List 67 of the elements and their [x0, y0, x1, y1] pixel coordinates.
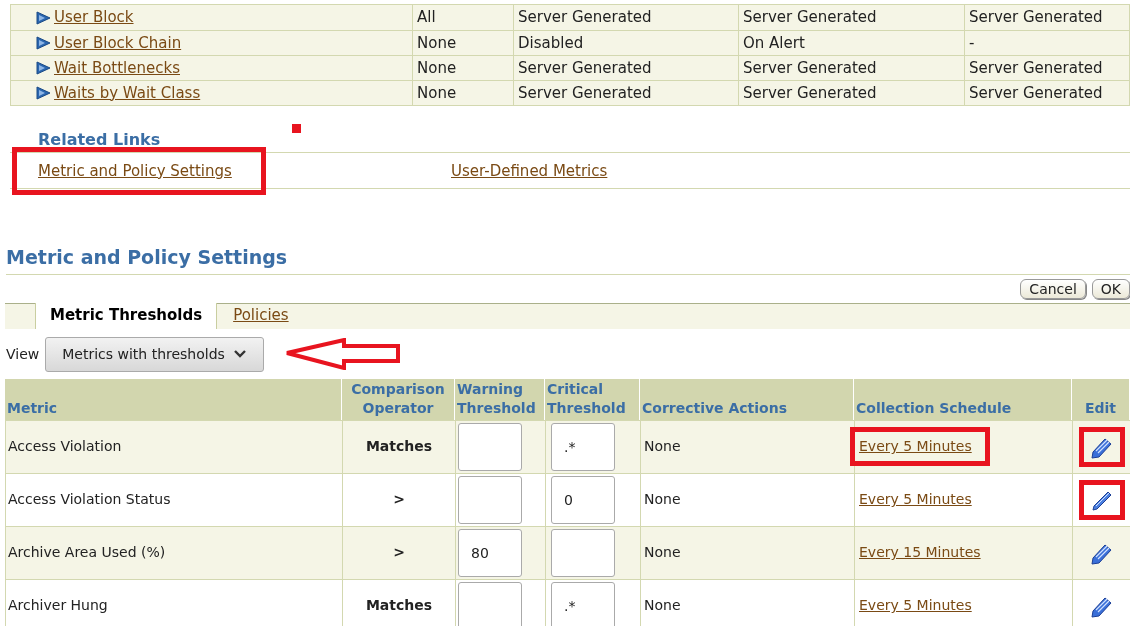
critical-threshold-field[interactable]: .*: [551, 581, 615, 626]
section-title: Metric and Policy Settings: [6, 243, 1130, 275]
action-button[interactable]: OK: [1091, 278, 1130, 299]
annotation-square: [292, 124, 301, 133]
schedule-link[interactable]: Every 5 Minutes: [859, 597, 972, 613]
metric-link[interactable]: Waits by Wait Class: [54, 81, 201, 105]
table-cell-text: Server Generated: [743, 7, 877, 29]
critical-threshold-field[interactable]: .*: [551, 422, 615, 471]
schedule-link[interactable]: Every 15 Minutes: [859, 544, 981, 560]
metric-name: Archiver Hung: [8, 596, 108, 615]
tab[interactable]: Policies: [217, 302, 305, 329]
critical-threshold-field[interactable]: 0: [551, 475, 615, 524]
view-dropdown[interactable]: Metrics with thresholds: [45, 336, 264, 372]
table-cell-text: Server Generated: [743, 82, 877, 104]
column-header: Critical Threshold: [547, 379, 627, 418]
expand-triangle-icon[interactable]: [35, 10, 51, 25]
table-cell-text: Disabled: [518, 32, 584, 54]
column-header: Corrective Actions: [642, 398, 788, 418]
table-cell-text: Server Generated: [518, 7, 652, 29]
view-label: View: [6, 344, 40, 364]
table-cell-text: Server Generated: [969, 57, 1103, 79]
table-cell-text: On Alert: [743, 32, 805, 54]
metric-name: Archive Area Used (%): [8, 543, 166, 562]
column-header: Collection Schedule: [856, 398, 1012, 418]
corrective-actions: None: [644, 596, 681, 615]
metric-name: Access Violation Status: [8, 490, 171, 509]
table-cell-text: Server Generated: [969, 82, 1103, 104]
comparison-operator: Matches: [365, 437, 433, 456]
expand-triangle-icon[interactable]: [35, 36, 51, 50]
schedule-link[interactable]: Every 5 Minutes: [859, 438, 972, 454]
action-button[interactable]: Cancel: [1020, 278, 1086, 299]
table-cell-text: -: [969, 32, 975, 54]
related-link[interactable]: User-Defined Metrics: [451, 161, 608, 180]
table-cell-text: Server Generated: [518, 57, 652, 79]
tab[interactable]: Metric Thresholds: [35, 302, 218, 329]
metric-link[interactable]: User Block Chain: [54, 31, 182, 55]
corrective-actions: None: [644, 543, 681, 562]
table-cell-text: Server Generated: [969, 7, 1103, 29]
column-header: Warning Threshold: [457, 379, 537, 418]
warning-threshold-field[interactable]: [458, 581, 522, 626]
column-header: Edit: [1084, 398, 1117, 418]
schedule-link[interactable]: Every 5 Minutes: [859, 491, 972, 507]
comparison-operator: Matches: [365, 596, 433, 615]
expand-triangle-icon[interactable]: [35, 61, 51, 75]
table-cell-text: Server Generated: [743, 57, 877, 79]
corrective-actions: None: [644, 490, 681, 509]
warning-threshold-field[interactable]: [458, 475, 522, 524]
corrective-actions: None: [644, 437, 681, 456]
comparison-operator: >: [393, 543, 405, 562]
column-header: Comparison Operator: [350, 379, 446, 418]
metric-name: Access Violation: [8, 437, 122, 456]
metric-link[interactable]: Wait Bottlenecks: [54, 56, 180, 80]
chevron-down-icon: [232, 349, 247, 359]
table-cell-text: None: [417, 82, 457, 104]
related-links-heading: Related Links: [38, 129, 161, 151]
table-cell-text: None: [417, 32, 457, 54]
column-header: Metric: [7, 398, 58, 418]
warning-threshold-field[interactable]: [458, 422, 522, 471]
table-cell-text: All: [417, 7, 436, 29]
related-link[interactable]: Metric and Policy Settings: [38, 161, 232, 180]
table-cell-text: Server Generated: [518, 82, 652, 104]
warning-threshold-field[interactable]: 80: [458, 528, 522, 577]
comparison-operator: >: [393, 490, 405, 509]
expand-triangle-icon[interactable]: [35, 86, 51, 100]
critical-threshold-field[interactable]: [551, 528, 615, 577]
metric-link[interactable]: User Block: [54, 6, 134, 29]
table-cell-text: None: [417, 57, 457, 79]
